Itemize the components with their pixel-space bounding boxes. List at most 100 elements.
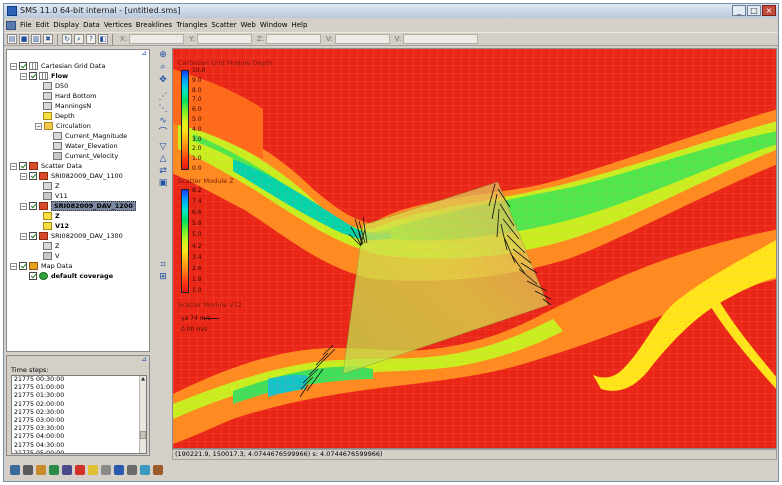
visibility-checkbox[interactable] (29, 72, 37, 80)
visibility-checkbox[interactable] (29, 272, 37, 280)
visibility-checkbox[interactable] (19, 62, 27, 70)
ptm-module-button[interactable] (153, 465, 163, 475)
pin-icon[interactable]: ⊿ (141, 49, 147, 57)
tree-scatter-set-1100[interactable]: − SRI082009_DAV_1100 (20, 171, 123, 181)
generic-model-button[interactable] (101, 465, 111, 475)
open-icon[interactable]: ▤ (7, 34, 17, 44)
tree-scatter-set-1300[interactable]: − SRI082009_DAV_1300 (20, 231, 123, 241)
time-step-item[interactable]: 21775 02:00:00 (12, 401, 146, 409)
tree-dataset-v12[interactable]: V12 (43, 221, 69, 231)
collapse-icon[interactable]: − (10, 262, 17, 270)
tree-dataset-z[interactable]: Z (43, 241, 59, 251)
mesh-module-button[interactable] (10, 465, 20, 475)
close-button[interactable]: × (762, 5, 776, 16)
tree-folder-circulation[interactable]: − Circulation (35, 121, 91, 131)
create-breakline-icon[interactable]: ⌒ (157, 128, 169, 139)
menu-data[interactable]: Data (83, 21, 104, 29)
menu-file[interactable]: File (20, 21, 36, 29)
map-module-button[interactable] (49, 465, 59, 475)
zoom-icon[interactable]: ⌕ (74, 34, 84, 44)
collapse-icon[interactable]: − (10, 62, 17, 70)
scroll-thumb[interactable] (140, 431, 146, 439)
tree-cartesian-grid-data[interactable]: − Cartesian Grid Data (10, 61, 105, 71)
select-triangle-icon[interactable]: ▽ (157, 142, 169, 153)
visibility-checkbox[interactable] (29, 232, 37, 240)
select-tool-icon[interactable]: ⊕ (157, 50, 169, 61)
graphics-window[interactable]: Cartesian Grid Module Depth 10.0 9.0 8.0 7.… (172, 48, 777, 449)
scatter-module-button[interactable] (36, 465, 46, 475)
grid-module-icon[interactable]: ⊞ (157, 272, 169, 283)
help-icon[interactable]: ? (86, 34, 96, 44)
visibility-checkbox[interactable] (19, 162, 27, 170)
tree-dataset-z[interactable]: Z (43, 181, 59, 191)
menu-scatter[interactable]: Scatter (211, 21, 240, 29)
tree-flow-grid[interactable]: − Flow (20, 71, 68, 81)
time-step-item[interactable]: 21775 02:30:00 (12, 409, 146, 417)
gis-module-button[interactable] (75, 465, 85, 475)
z-coordinate-field[interactable] (266, 34, 322, 44)
raster-module-button[interactable] (127, 465, 137, 475)
time-steps-list[interactable]: 21775 00:30:00 21775 01:00:00 21775 01:30:… (11, 375, 147, 454)
time-step-item[interactable]: 21775 04:00:00 (12, 433, 146, 441)
pin-icon[interactable]: ⊿ (141, 355, 147, 363)
delete-icon[interactable]: ✖ (43, 34, 53, 44)
menu-triangles[interactable]: Triangles (176, 21, 211, 29)
zoom-tool-icon[interactable]: ⌕ (157, 62, 169, 73)
tree-dataset-manningsn[interactable]: ManningsN (43, 101, 91, 111)
create-triangle-icon[interactable]: △ (157, 154, 169, 165)
menu-vertices[interactable]: Vertices (104, 21, 136, 29)
collapse-icon[interactable]: − (20, 202, 27, 210)
collapse-icon[interactable]: − (20, 172, 27, 180)
swap-edge-icon[interactable]: ⇄ (157, 166, 169, 177)
minimize-button[interactable]: _ (732, 5, 746, 16)
grid-module-button[interactable] (23, 465, 33, 475)
menu-help[interactable]: Help (291, 21, 311, 29)
menu-display[interactable]: Display (53, 21, 83, 29)
visibility-checkbox[interactable] (29, 202, 37, 210)
scroll-up-icon[interactable]: ▲ (140, 376, 146, 383)
vector-value-field[interactable] (403, 34, 479, 44)
contour-options-icon[interactable]: ◧ (98, 34, 108, 44)
mesh-module-icon[interactable]: ⌗ (157, 260, 169, 271)
tree-dataset-d50[interactable]: D50 (43, 81, 68, 91)
menu-edit[interactable]: Edit (36, 21, 54, 29)
refresh-icon[interactable]: ↻ (62, 34, 72, 44)
y-coordinate-field[interactable] (196, 34, 252, 44)
particle-module-button[interactable] (62, 465, 72, 475)
collapse-icon[interactable]: − (10, 162, 17, 170)
contour-tool-icon[interactable]: ▣ (157, 178, 169, 189)
select-breakline-icon[interactable]: ∿ (157, 116, 169, 127)
tree-dataset-v[interactable]: V (43, 251, 59, 261)
time-step-item[interactable]: 21775 03:30:00 (12, 425, 146, 433)
visibility-checkbox[interactable] (19, 262, 27, 270)
tree-dataset-current-magnitude[interactable]: Current_Magnitude (53, 131, 127, 141)
menu-breaklines[interactable]: Breaklines (136, 21, 176, 29)
menu-window[interactable]: Window (260, 21, 292, 29)
select-vertex-icon[interactable]: ⋰ (157, 92, 169, 103)
create-vertex-icon[interactable]: ⋱ (157, 104, 169, 115)
tree-dataset-current-velocity[interactable]: Current_Velocity (53, 151, 118, 161)
time-step-item[interactable]: 21775 03:00:00 (12, 417, 146, 425)
tree-dataset-z[interactable]: Z (43, 211, 60, 221)
wave-module-button[interactable] (114, 465, 124, 475)
tree-dataset-depth[interactable]: Depth (43, 111, 75, 121)
time-step-item[interactable]: 21775 01:30:00 (12, 392, 146, 400)
collapse-icon[interactable]: − (35, 122, 42, 130)
time-steps-scrollbar[interactable]: ▲ (139, 376, 146, 453)
maximize-button[interactable]: □ (747, 5, 761, 16)
tree-dataset-hard-bottom[interactable]: Hard Bottom (43, 91, 96, 101)
time-step-item[interactable]: 21775 00:30:00 (12, 376, 146, 384)
tree-map-data[interactable]: − Map Data (10, 261, 72, 271)
document-menu-icon[interactable] (6, 20, 16, 30)
print-icon[interactable]: ▥ (31, 34, 41, 44)
tree-dataset-v11[interactable]: V11 (43, 191, 68, 201)
collapse-icon[interactable]: − (20, 72, 27, 80)
scalar-value-field[interactable] (334, 34, 390, 44)
tree-default-coverage[interactable]: default coverage (29, 271, 113, 281)
tree-scatter-set-1200[interactable]: − SRI082009_DAV_1200 (20, 201, 136, 211)
cgrid-module-button[interactable] (140, 465, 150, 475)
save-icon[interactable]: ■ (19, 34, 29, 44)
time-step-item[interactable]: 21775 05:00:00 (12, 450, 146, 453)
menu-web[interactable]: Web (241, 21, 260, 29)
collapse-icon[interactable]: − (20, 232, 27, 240)
